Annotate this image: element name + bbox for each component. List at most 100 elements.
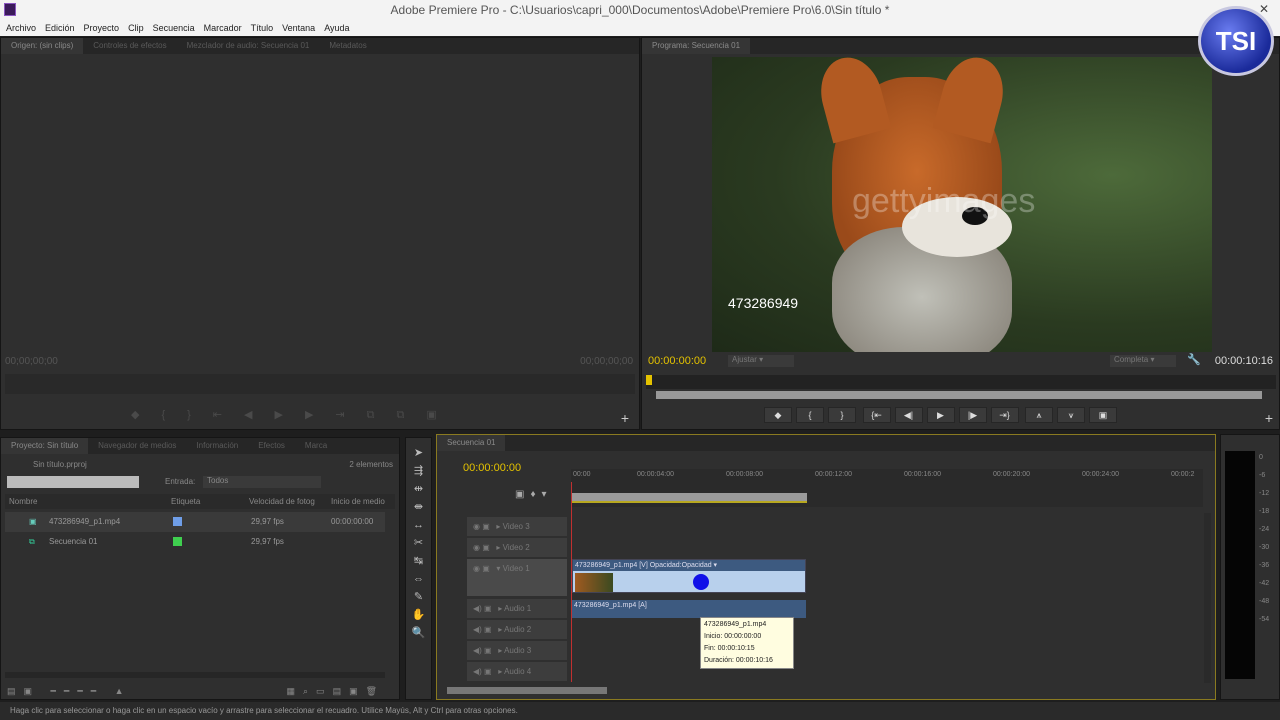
mark-out-button[interactable]: } (828, 407, 856, 423)
play-button[interactable]: ▶ (926, 407, 955, 423)
menu-clip[interactable]: Clip (128, 20, 144, 36)
slide-tool-icon[interactable]: ⇔ (406, 570, 431, 588)
add-button-icon[interactable]: + (1265, 410, 1273, 426)
meter-tick: -54 (1259, 616, 1270, 623)
wrench-icon[interactable]: 🔧 (1187, 353, 1201, 366)
fox-ear-right (932, 57, 1012, 144)
project-search-input[interactable] (7, 476, 139, 488)
step-forward-button[interactable]: |▶ (958, 407, 987, 423)
entrada-dropdown[interactable]: Todos (203, 476, 321, 488)
project-item[interactable]: ⧉ Secuencia 01 29,97 fps (5, 532, 385, 552)
quality-dropdown[interactable]: Completa ▾ (1110, 355, 1176, 367)
ripple-edit-tool-icon[interactable]: ⇹ (406, 480, 431, 498)
col-etiqueta[interactable]: Etiqueta (171, 494, 200, 509)
entrada-label: Entrada: (165, 477, 196, 486)
label-swatch[interactable] (173, 537, 182, 546)
track-video-1[interactable]: ◉ ▣ ▾ Video 1 (467, 559, 567, 596)
program-timecode-duration: 00:00:10:16 (1214, 355, 1273, 367)
go-to-out-button[interactable]: ⇥} (990, 407, 1019, 423)
pen-tool-icon[interactable]: ✎ (406, 588, 431, 606)
menu-proyecto[interactable]: Proyecto (84, 20, 120, 36)
tab-info[interactable]: Información (186, 438, 248, 454)
selection-tool-icon[interactable]: ➤ (406, 444, 431, 462)
tab-project[interactable]: Proyecto: Sin título (1, 438, 89, 454)
step-back-button[interactable]: ◀| (894, 407, 923, 423)
go-to-in-button[interactable]: {⇤ (862, 407, 891, 423)
ruler-tick: 00:00:16:00 (904, 471, 941, 478)
quality-value: Completa (1114, 355, 1149, 364)
track-video-3[interactable]: ◉ ▣ ▸ Video 3 (467, 517, 567, 536)
project-actions-toolbar[interactable]: ▦⌕▭▤▣🗑 (287, 686, 385, 697)
tab-effects[interactable]: Efectos (248, 438, 295, 454)
snap-marker-icons[interactable]: ▣♦▾ (515, 489, 553, 500)
label-swatch[interactable] (173, 517, 182, 526)
col-fps[interactable]: Velocidad de fotog (249, 494, 315, 509)
timeline-timecode[interactable]: 00:00:00:00 (463, 462, 521, 474)
lift-button[interactable]: ⩚ (1025, 407, 1054, 423)
meter-tick: -24 (1259, 526, 1270, 533)
tab-metadata[interactable]: Metadatos (319, 38, 376, 54)
rate-stretch-tool-icon[interactable]: ↔ (406, 516, 431, 534)
track-audio-4[interactable]: ◀) ▣ ▸ Audio 4 (467, 662, 567, 681)
program-transport-controls: ◆{} {⇤ ◀| ▶ |▶ ⇥} ⩚ ⩛ ▣ (762, 407, 1119, 423)
menu-secuencia[interactable]: Secuencia (153, 20, 195, 36)
time-ruler[interactable]: 00:00 00:00:04:00 00:00:08:00 00:00:12:0… (571, 469, 1203, 507)
export-frame-button[interactable]: ▣ (1089, 407, 1118, 423)
menu-ventana[interactable]: Ventana (282, 20, 315, 36)
rolling-edit-tool-icon[interactable]: ⇼ (406, 498, 431, 516)
track-video-2[interactable]: ◉ ▣ ▸ Video 2 (467, 538, 567, 557)
video-clip[interactable]: 473286949_p1.mp4 [V] Opacidad:Opacidad ▾ (572, 559, 806, 593)
menu-titulo[interactable]: Título (251, 20, 274, 36)
menu-bar: Archivo Edición Proyecto Clip Secuencia … (0, 20, 1280, 36)
tab-media-browser[interactable]: Navegador de medios (88, 438, 186, 454)
program-time-ruler[interactable] (646, 375, 1276, 389)
tab-marker[interactable]: Marca (295, 438, 337, 454)
track-audio-3[interactable]: ◀) ▣ ▸ Audio 3 (467, 641, 567, 660)
timeline-h-scrollbar[interactable] (447, 687, 607, 694)
track-select-tool-icon[interactable]: ⇶ (406, 462, 431, 480)
tooltip-line: Fin: 00:00:10:15 (704, 645, 755, 652)
ruler-tick: 00:00:20:00 (993, 471, 1030, 478)
add-button-icon[interactable]: + (621, 410, 629, 426)
tab-effect-controls[interactable]: Controles de efectos (83, 38, 176, 54)
tab-program[interactable]: Programa: Secuencia 01 (642, 38, 751, 54)
menu-ayuda[interactable]: Ayuda (324, 20, 349, 36)
slip-tool-icon[interactable]: ↹ (406, 552, 431, 570)
audio-clip[interactable]: 473286949_p1.mp4 [A] (572, 600, 806, 618)
source-timecode-current: 00;00;00;00 (5, 356, 58, 367)
program-timecode-current[interactable]: 00:00:00:00 (648, 355, 706, 367)
add-marker-button[interactable]: ◆ (764, 407, 792, 423)
track-label: Video 3 (502, 522, 530, 531)
menu-marcador[interactable]: Marcador (204, 20, 242, 36)
menu-archivo[interactable]: Archivo (6, 20, 36, 36)
track-audio-2[interactable]: ◀) ▣ ▸ Audio 2 (467, 620, 567, 639)
fit-dropdown[interactable]: Ajustar ▾ (728, 355, 794, 367)
premiere-app-icon (4, 3, 16, 16)
zoom-tool-icon[interactable]: 🔍 (406, 624, 431, 642)
tab-audio-mixer[interactable]: Mezclador de audio: Secuencia 01 (177, 38, 320, 54)
source-transport-controls[interactable]: ◆{}⇤◀▶▶⇥⧉⧉▣ (131, 408, 459, 422)
timeline-v-scrollbar[interactable] (1204, 513, 1211, 683)
meter-tick: -18 (1259, 508, 1270, 515)
project-item[interactable]: ▣ 473286949_p1.mp4 29,97 fps 00:00:00:00 (5, 512, 385, 532)
tab-sequence[interactable]: Secuencia 01 (437, 435, 506, 451)
fox-ear-left (812, 57, 892, 144)
playhead[interactable] (646, 375, 652, 385)
work-area-bar[interactable] (571, 493, 807, 503)
hand-tool-icon[interactable]: ✋ (406, 606, 431, 624)
mark-in-button[interactable]: { (796, 407, 824, 423)
track-audio-1[interactable]: ◀) ▣ ▸ Audio 1 (467, 599, 567, 618)
col-nombre[interactable]: Nombre (9, 494, 37, 509)
source-time-ruler[interactable] (5, 374, 635, 394)
zoom-scrollbar[interactable] (656, 391, 1262, 399)
program-video-frame: gettyimages 473286949 (712, 57, 1212, 352)
razor-tool-icon[interactable]: ✂ (406, 534, 431, 552)
extract-button[interactable]: ⩛ (1057, 407, 1086, 423)
project-bottom-toolbar[interactable]: ▤▣ ━━━━ ▲ (7, 686, 132, 697)
project-h-scrollbar[interactable] (5, 672, 385, 678)
tab-source[interactable]: Origen: (sin clips) (1, 38, 84, 54)
menu-edicion[interactable]: Edición (45, 20, 75, 36)
clip-tooltip: 473286949_p1.mp4 Inicio: 00:00:00:00 Fin… (700, 617, 794, 669)
col-inicio[interactable]: Inicio de medio (331, 494, 385, 509)
watermark-brand: gettyimages (852, 182, 1036, 220)
